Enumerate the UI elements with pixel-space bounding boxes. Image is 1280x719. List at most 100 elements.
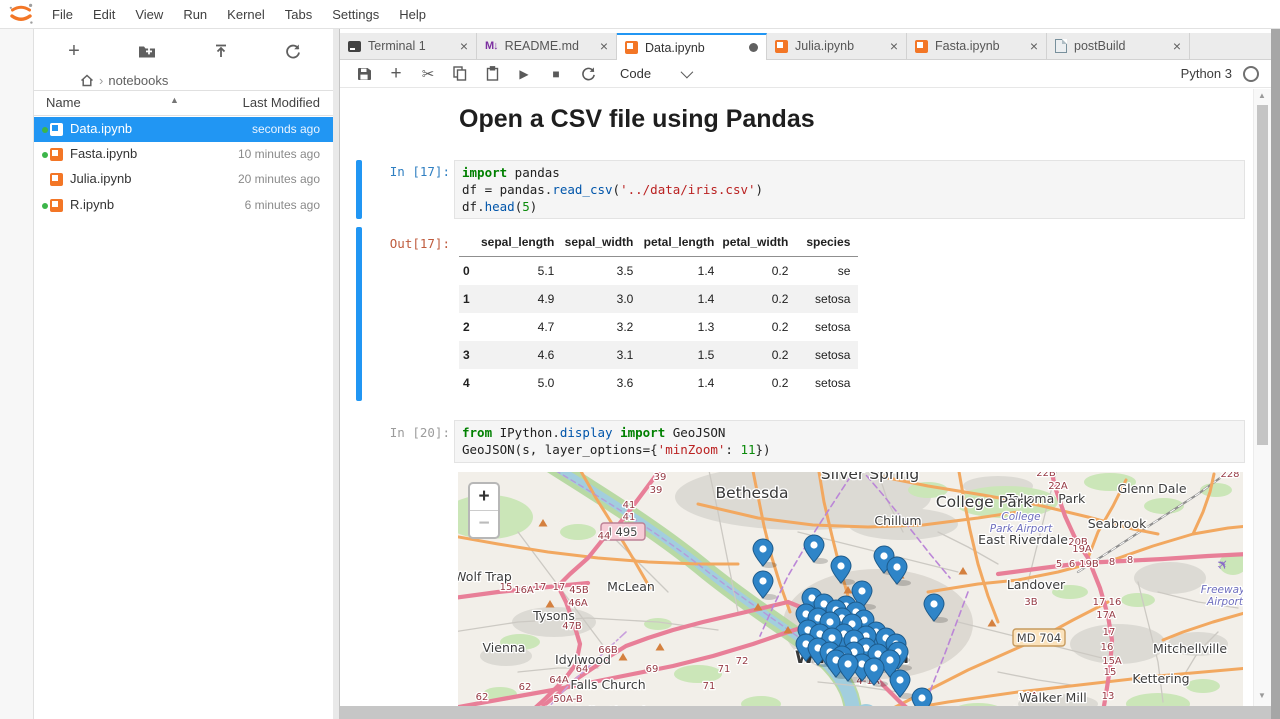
- refresh-files-button[interactable]: [278, 37, 308, 65]
- close-icon[interactable]: ×: [460, 39, 468, 53]
- menu-file[interactable]: File: [42, 7, 83, 22]
- new-folder-button[interactable]: [132, 37, 162, 65]
- road-number-label: 6: [1069, 559, 1075, 570]
- road-number-label: 8: [1127, 555, 1133, 566]
- table-cell: 0.2: [722, 341, 796, 369]
- file-row-julia-ipynb[interactable]: Julia.ipynb 20 minutes ago: [34, 167, 333, 192]
- file-name: Fasta.ipynb: [70, 146, 137, 161]
- file-modified: 20 minutes ago: [238, 172, 320, 186]
- chevron-down-icon[interactable]: [681, 66, 694, 79]
- tab-label: Fasta.ipynb: [935, 39, 1023, 53]
- tab-julia-ipynb[interactable]: Julia.ipynb ×: [767, 33, 907, 59]
- table-cell: 1.5: [641, 341, 722, 369]
- scroll-down-icon[interactable]: ▼: [1258, 691, 1266, 700]
- file-row-r-ipynb[interactable]: R.ipynb 6 minutes ago: [34, 193, 333, 218]
- running-status-dot: [42, 127, 48, 133]
- vertical-scrollbar[interactable]: ▲ ▼: [1253, 89, 1271, 706]
- active-cell-output-collapser[interactable]: [356, 227, 362, 401]
- copy-cells-button[interactable]: [444, 61, 476, 87]
- road-number-label: 16: [1101, 642, 1114, 653]
- table-row: 34.63.11.50.2setosa: [459, 341, 858, 369]
- tab-fasta-ipynb[interactable]: Fasta.ipynb ×: [907, 33, 1047, 59]
- markdown-heading[interactable]: Open a CSV file using Pandas: [459, 105, 815, 134]
- zoom-in-button[interactable]: +: [470, 484, 498, 510]
- road-number-label: 41: [623, 512, 636, 523]
- home-icon[interactable]: [80, 74, 94, 87]
- scroll-up-icon[interactable]: ▲: [1258, 91, 1266, 100]
- running-status-dot: [42, 203, 48, 209]
- road-number-label: 8: [1109, 557, 1115, 568]
- close-icon[interactable]: ×: [1173, 39, 1181, 53]
- dock-tab-bar: Terminal 1 × M↓ README.md × Data.ipynb J…: [340, 33, 1271, 60]
- stop-kernel-button[interactable]: ■: [540, 61, 572, 87]
- notebook-panel: Open a CSV file using Pandas In [17]: im…: [340, 89, 1253, 709]
- menu-view[interactable]: View: [125, 7, 173, 22]
- new-launcher-button[interactable]: +: [59, 37, 89, 65]
- upload-button[interactable]: [206, 37, 236, 65]
- notebook-file-icon: [50, 173, 63, 186]
- scrollbar-thumb[interactable]: [1257, 105, 1268, 445]
- road-number-label: 17: [534, 582, 547, 593]
- menu-tabs[interactable]: Tabs: [275, 7, 322, 22]
- tab-label: README.md: [505, 39, 593, 53]
- map-place-label: Silver Spring: [821, 472, 919, 483]
- file-row-data-ipynb[interactable]: Data.ipynb seconds ago: [34, 117, 333, 142]
- road-number-label: 17: [553, 582, 566, 593]
- tab-postbuild[interactable]: postBuild ×: [1047, 33, 1190, 59]
- menu-edit[interactable]: Edit: [83, 7, 125, 22]
- breadcrumb-folder[interactable]: notebooks: [108, 73, 168, 88]
- road-shield-label: MD 704: [1017, 631, 1061, 645]
- unsaved-changes-icon[interactable]: [749, 43, 758, 52]
- menu-help[interactable]: Help: [389, 7, 436, 22]
- geojson-map-output[interactable]: I 495MD 70439394141441516A171745B46A47B6…: [458, 472, 1243, 709]
- zoom-out-button[interactable]: −: [470, 510, 498, 537]
- notebook-icon: [915, 40, 928, 53]
- window-edge: [1271, 29, 1280, 719]
- map-place-label: Mitchellville: [1153, 641, 1227, 656]
- column-name[interactable]: Name: [46, 95, 81, 110]
- breadcrumb: › notebooks: [78, 69, 168, 91]
- code-line: import pandas: [462, 164, 1237, 181]
- road-number-label: 19B: [1079, 559, 1099, 570]
- cell-type-dropdown[interactable]: Code: [620, 66, 651, 81]
- close-icon[interactable]: ×: [1030, 39, 1038, 53]
- close-icon[interactable]: ×: [890, 39, 898, 53]
- road-number-label: 62: [476, 692, 489, 703]
- menu-run[interactable]: Run: [173, 7, 217, 22]
- tab-data-ipynb[interactable]: Data.ipynb: [617, 33, 767, 60]
- bottom-scrollbar-track[interactable]: [340, 706, 1271, 719]
- file-name: R.ipynb: [70, 197, 114, 212]
- menu-settings[interactable]: Settings: [322, 7, 389, 22]
- table-cell: se: [796, 257, 858, 286]
- road-number-label: 69: [646, 664, 659, 675]
- tab-terminal-1[interactable]: Terminal 1 ×: [340, 33, 477, 59]
- add-cell-button[interactable]: +: [380, 61, 412, 87]
- panel-splitter[interactable]: [333, 29, 340, 719]
- notebook-icon: [775, 40, 788, 53]
- column-last-modified[interactable]: Last Modified: [243, 95, 320, 110]
- file-row-fasta-ipynb[interactable]: Fasta.ipynb 10 minutes ago: [34, 142, 333, 167]
- tab-readme-md[interactable]: M↓ README.md ×: [477, 33, 617, 59]
- road-number-label: 22B: [1036, 472, 1056, 479]
- kernel-status-icon[interactable]: [1243, 66, 1259, 82]
- code-cell-input[interactable]: import pandasdf = pandas.read_csv('../da…: [454, 160, 1245, 219]
- paste-cells-button[interactable]: [476, 61, 508, 87]
- kernel-name[interactable]: Python 3: [1181, 66, 1232, 81]
- menu-kernel[interactable]: Kernel: [217, 7, 275, 22]
- table-column-header: sepal_length: [481, 228, 562, 257]
- table-cell: 1.4: [641, 285, 722, 313]
- run-cell-button[interactable]: ▶: [508, 61, 540, 87]
- table-column-header: petal_length: [641, 228, 722, 257]
- map-canvas: I 495MD 70439394141441516A171745B46A47B6…: [458, 472, 1243, 709]
- sort-caret-icon[interactable]: ▲: [170, 95, 179, 105]
- table-cell: 0.2: [722, 369, 796, 397]
- cut-cells-button[interactable]: ✂: [412, 61, 444, 87]
- restart-kernel-button[interactable]: [572, 61, 604, 87]
- code-cell-input[interactable]: from IPython.display import GeoJSONGeoJS…: [454, 420, 1245, 463]
- road-number-label: 71: [718, 664, 731, 675]
- close-icon[interactable]: ×: [600, 39, 608, 53]
- save-button[interactable]: [348, 61, 380, 87]
- map-place-label: Walker Mill: [1019, 690, 1087, 705]
- table-cell: 1.4: [641, 257, 722, 286]
- sidebar-strip: [0, 29, 34, 719]
